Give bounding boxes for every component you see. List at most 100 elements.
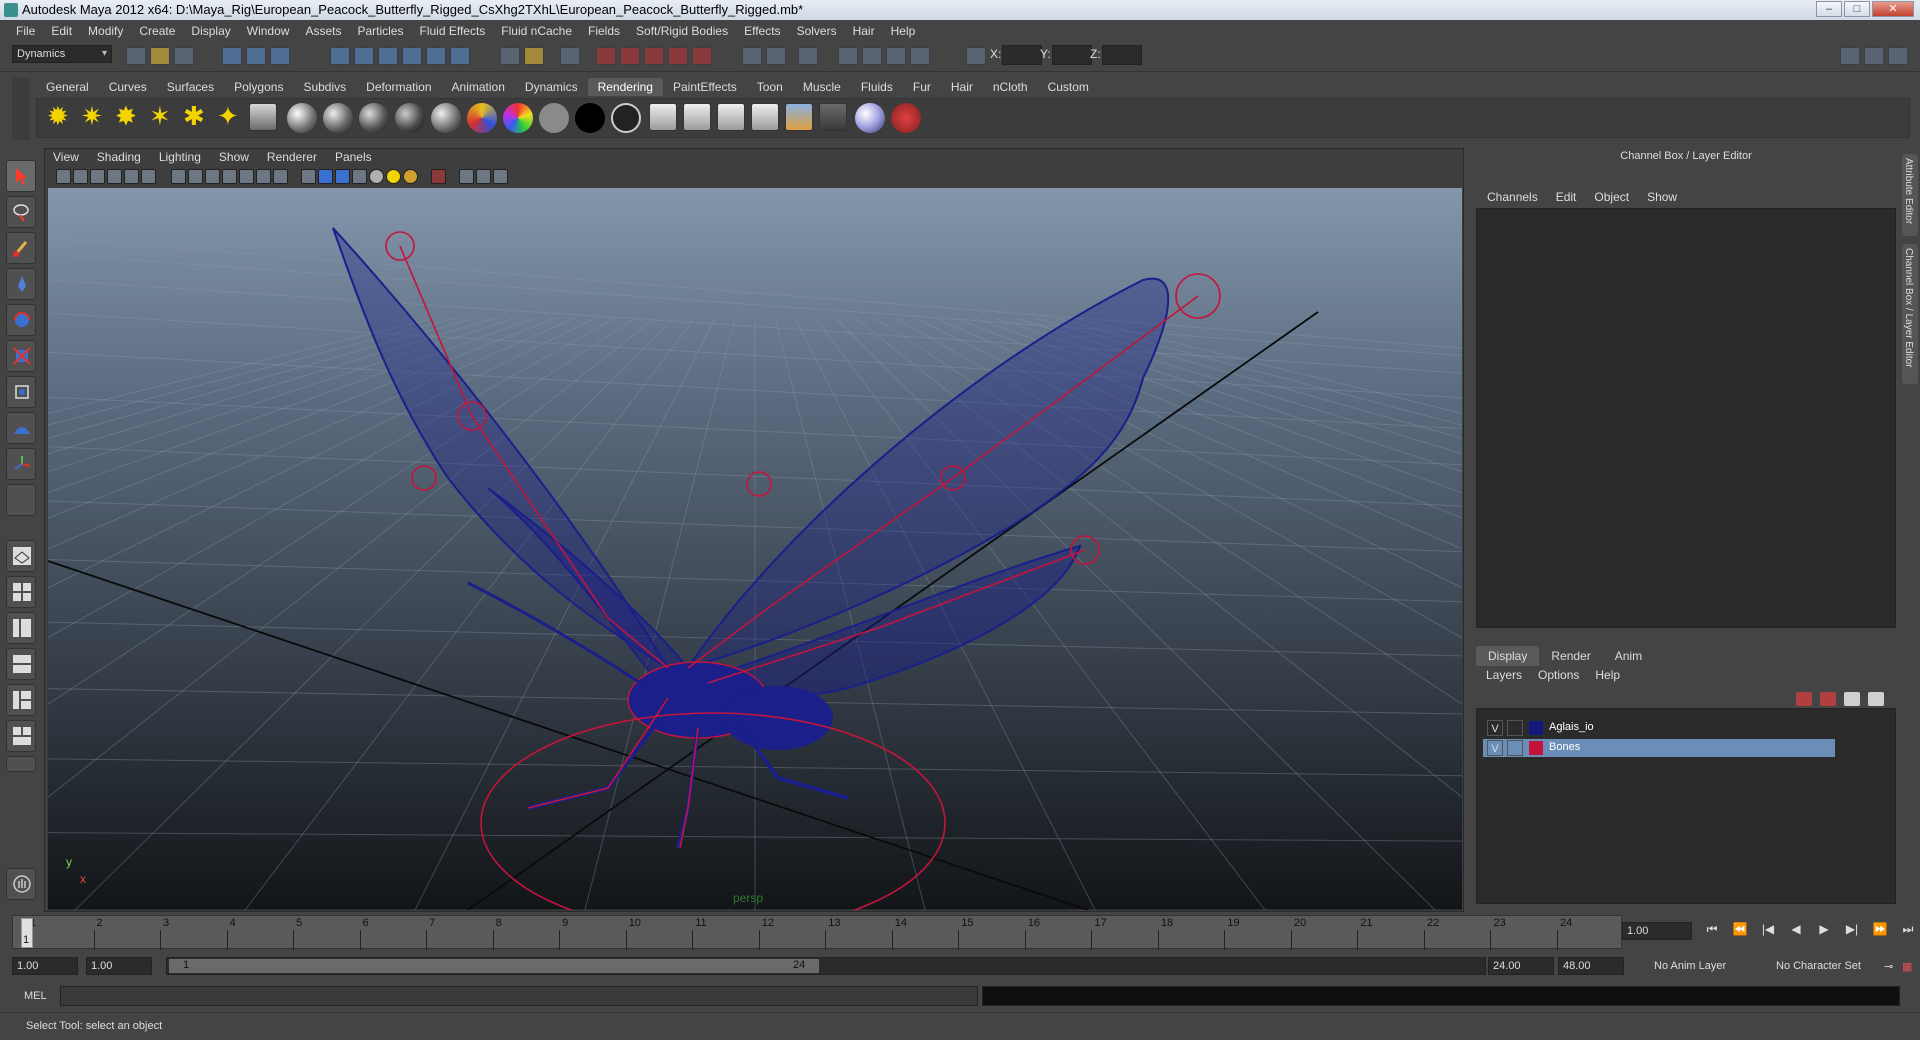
channel-menu-show[interactable]: Show (1638, 190, 1686, 204)
point-light-icon[interactable]: ✸ (115, 101, 137, 131)
current-frame-field[interactable]: 1.00 (1622, 922, 1692, 940)
menu-help[interactable]: Help (883, 24, 924, 38)
viewport-menu-show[interactable]: Show (210, 150, 258, 166)
maximize-button[interactable]: □ (1844, 1, 1870, 17)
menu-modify[interactable]: Modify (80, 24, 131, 38)
menu-fluid-ncache[interactable]: Fluid nCache (493, 24, 580, 38)
step-back-key-button[interactable]: ⏪ (1726, 922, 1754, 942)
scene-canvas[interactable] (48, 188, 1462, 910)
render-settings-icon[interactable] (644, 47, 664, 65)
hq-rendering-icon[interactable] (493, 169, 508, 184)
start-time-field[interactable]: 1.00 (12, 957, 78, 975)
channel-menu-object[interactable]: Object (1585, 190, 1638, 204)
root-control-ring[interactable] (480, 712, 946, 910)
viewport-menu-panels[interactable]: Panels (326, 150, 381, 166)
layer-color-swatch[interactable] (1529, 741, 1543, 755)
help-icon[interactable] (500, 47, 520, 65)
move-layer-up-icon[interactable] (1796, 692, 1812, 706)
menu-hair[interactable]: Hair (845, 24, 883, 38)
menu-display[interactable]: Display (183, 24, 238, 38)
default-lighting-icon[interactable] (369, 169, 384, 184)
snap-curve-icon[interactable] (354, 47, 374, 65)
channel-box-tab[interactable]: Channel Box / Layer Editor (1902, 244, 1918, 384)
layout-more-button[interactable] (6, 756, 36, 772)
area-light-icon[interactable]: ✱ (183, 101, 205, 131)
shelf-tab-rendering[interactable]: Rendering (587, 78, 663, 96)
textured-icon[interactable] (352, 169, 367, 184)
rename-icon[interactable] (766, 47, 786, 65)
ambient-light-icon[interactable]: ✹ (47, 101, 69, 131)
shelf-tab-surfaces[interactable]: Surfaces (157, 78, 224, 96)
layer-menu-layers[interactable]: Layers (1478, 668, 1530, 682)
graph-editor-icon[interactable] (838, 47, 858, 65)
channel-menu-channels[interactable]: Channels (1478, 190, 1547, 204)
step-forward-frame-button[interactable]: ▶| (1838, 922, 1866, 942)
layer-visibility-toggle[interactable]: V (1487, 740, 1503, 756)
viewport-menu-lighting[interactable]: Lighting (150, 150, 210, 166)
field-chart-icon[interactable] (239, 169, 254, 184)
current-time-indicator[interactable]: 1 (21, 918, 33, 948)
shelf-tab-toon[interactable]: Toon (747, 78, 793, 96)
all-lights-icon[interactable] (386, 169, 401, 184)
anisotropic-material-icon[interactable] (431, 103, 461, 133)
texture-view-icon[interactable] (855, 103, 885, 133)
create-empty-layer-icon[interactable] (1844, 692, 1860, 706)
attribute-editor-tab[interactable]: Attribute Editor (1902, 154, 1918, 236)
menu-set-dropdown[interactable]: Dynamics (12, 45, 112, 63)
z-field[interactable] (1102, 45, 1142, 65)
show-attribute-editor-icon[interactable] (1840, 47, 1860, 65)
volume-light-icon[interactable]: ✦ (217, 101, 239, 131)
batch-render-icon[interactable] (751, 103, 779, 131)
layer-tab-anim[interactable]: Anim (1603, 646, 1654, 666)
shelf-tab-curves[interactable]: Curves (99, 78, 157, 96)
create-layer-from-selected-icon[interactable] (1868, 692, 1884, 706)
render-region-icon[interactable] (560, 47, 580, 65)
layer-menu-help[interactable]: Help (1587, 668, 1628, 682)
lock-icon[interactable] (524, 47, 544, 65)
show-channel-box-icon[interactable] (1888, 47, 1908, 65)
menu-effects[interactable]: Effects (736, 24, 788, 38)
select-object-icon[interactable] (246, 47, 266, 65)
shelf-tab-polygons[interactable]: Polygons (224, 78, 293, 96)
image-plane-icon[interactable] (107, 169, 122, 184)
perspective-viewport[interactable]: persp y x (48, 188, 1462, 910)
character-set-dropdown[interactable]: No Character Set (1776, 960, 1861, 972)
menu-particles[interactable]: Particles (349, 24, 411, 38)
move-layer-down-icon[interactable] (1820, 692, 1836, 706)
hypershade-icon[interactable] (668, 47, 688, 65)
wing-control-ring-center[interactable] (746, 471, 772, 497)
shelf-tab-hair[interactable]: Hair (941, 78, 983, 96)
range-slider[interactable]: 1 24 (166, 957, 1486, 975)
bookmarks-icon[interactable] (90, 169, 105, 184)
ipr-icon[interactable] (683, 103, 711, 131)
butterfly-wireframe[interactable] (332, 227, 1170, 849)
spot-light-icon[interactable]: ✶ (149, 101, 171, 131)
blinn-material-icon[interactable] (287, 103, 317, 133)
snap-view-plane-icon[interactable] (402, 47, 422, 65)
make-live-icon[interactable] (426, 47, 446, 65)
snap-point-icon[interactable] (378, 47, 398, 65)
layer-visibility-toggle[interactable]: V (1487, 720, 1503, 736)
history-icon[interactable] (450, 47, 470, 65)
show-manipulator-tool[interactable] (6, 448, 36, 480)
render-globals-icon[interactable] (717, 103, 745, 131)
xray-icon[interactable] (459, 169, 474, 184)
wireframe-on-shaded-icon[interactable] (335, 169, 350, 184)
phong-material-icon[interactable] (359, 103, 389, 133)
playback-end-field[interactable]: 24.00 (1488, 957, 1554, 975)
show-tool-settings-icon[interactable] (1864, 47, 1884, 65)
go-to-end-button[interactable]: ⏭ (1894, 922, 1920, 942)
last-tool[interactable] (6, 484, 36, 516)
y-field[interactable] (1052, 45, 1092, 65)
2d-pan-zoom-icon[interactable] (124, 169, 139, 184)
select-component-icon[interactable] (270, 47, 290, 65)
safe-title-icon[interactable] (273, 169, 288, 184)
layer-row[interactable]: V Bones (1483, 739, 1835, 757)
go-to-start-button[interactable]: ⏮ (1698, 922, 1726, 942)
persp-outliner-layout[interactable] (6, 612, 36, 644)
input-line-icon[interactable] (742, 47, 762, 65)
x-field[interactable] (1002, 45, 1042, 65)
move-tool[interactable] (6, 268, 36, 300)
single-perspective-layout[interactable] (6, 540, 36, 572)
time-slider[interactable]: 1 2 3 4 5 6 7 8 9 10 11 12 13 14 15 16 17 18 19 20 21 22 23 24 … (12, 915, 1622, 950)
